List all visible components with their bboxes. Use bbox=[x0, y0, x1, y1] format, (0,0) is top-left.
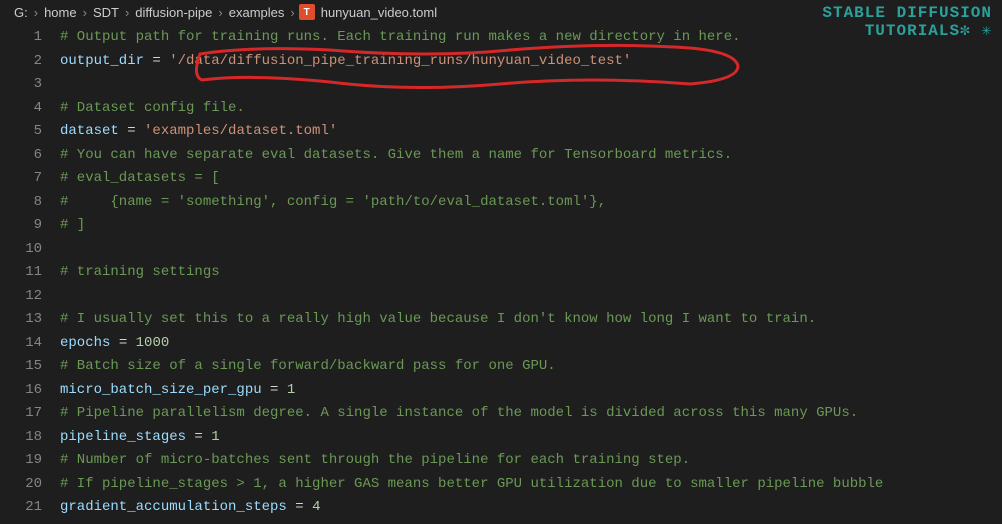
line-number: 6 bbox=[0, 144, 42, 168]
code-line[interactable]: # Batch size of a single forward/backwar… bbox=[60, 355, 1002, 379]
line-number: 12 bbox=[0, 285, 42, 309]
chevron-right-icon: › bbox=[30, 5, 42, 20]
code-line[interactable]: gradient_accumulation_steps = 4 bbox=[60, 496, 1002, 520]
code-line[interactable]: output_dir = '/data/diffusion_pipe_train… bbox=[60, 50, 1002, 74]
code-line[interactable]: # You can have separate eval datasets. G… bbox=[60, 144, 1002, 168]
code-line[interactable]: micro_batch_size_per_gpu = 1 bbox=[60, 379, 1002, 403]
line-number: 10 bbox=[0, 238, 42, 262]
line-number: 13 bbox=[0, 308, 42, 332]
line-number-gutter: 123456789101112131415161718192021 bbox=[0, 24, 60, 522]
code-line[interactable] bbox=[60, 238, 1002, 262]
code-line[interactable]: # I usually set this to a really high va… bbox=[60, 308, 1002, 332]
line-number: 16 bbox=[0, 379, 42, 403]
line-number: 2 bbox=[0, 50, 42, 74]
code-line[interactable]: dataset = 'examples/dataset.toml' bbox=[60, 120, 1002, 144]
code-line[interactable]: # training settings bbox=[60, 261, 1002, 285]
chevron-right-icon: › bbox=[214, 5, 226, 20]
line-number: 18 bbox=[0, 426, 42, 450]
code-line[interactable]: # Pipeline parallelism degree. A single … bbox=[60, 402, 1002, 426]
code-line[interactable]: epochs = 1000 bbox=[60, 332, 1002, 356]
code-line[interactable]: # If pipeline_stages > 1, a higher GAS m… bbox=[60, 473, 1002, 497]
code-line[interactable]: # Dataset config file. bbox=[60, 97, 1002, 121]
sparkle-icon: ✳ bbox=[981, 22, 992, 40]
breadcrumb-item[interactable]: SDT bbox=[91, 5, 121, 20]
code-line[interactable]: # Number of micro-batches sent through t… bbox=[60, 449, 1002, 473]
line-number: 7 bbox=[0, 167, 42, 191]
chevron-right-icon: › bbox=[121, 5, 133, 20]
chevron-right-icon: › bbox=[79, 5, 91, 20]
line-number: 3 bbox=[0, 73, 42, 97]
sparkle-icon: ✼ bbox=[960, 22, 971, 40]
line-number: 21 bbox=[0, 496, 42, 520]
breadcrumb-item[interactable]: G: bbox=[12, 5, 30, 20]
toml-file-icon: T bbox=[299, 4, 315, 20]
line-number: 8 bbox=[0, 191, 42, 215]
watermark: STABLE DIFFUSION TUTORIALS✼ ✳ bbox=[822, 4, 992, 40]
line-number: 20 bbox=[0, 473, 42, 497]
breadcrumb-file[interactable]: hunyuan_video.toml bbox=[319, 5, 439, 20]
breadcrumb-item[interactable]: diffusion-pipe bbox=[133, 5, 214, 20]
breadcrumb-item[interactable]: home bbox=[42, 5, 79, 20]
line-number: 5 bbox=[0, 120, 42, 144]
code-content[interactable]: # Output path for training runs. Each tr… bbox=[60, 24, 1002, 522]
chevron-right-icon: › bbox=[286, 5, 298, 20]
line-number: 4 bbox=[0, 97, 42, 121]
line-number: 17 bbox=[0, 402, 42, 426]
line-number: 14 bbox=[0, 332, 42, 356]
code-editor[interactable]: 123456789101112131415161718192021 # Outp… bbox=[0, 24, 1002, 522]
line-number: 15 bbox=[0, 355, 42, 379]
code-line[interactable]: # eval_datasets = [ bbox=[60, 167, 1002, 191]
code-line[interactable] bbox=[60, 285, 1002, 309]
code-line[interactable]: pipeline_stages = 1 bbox=[60, 426, 1002, 450]
watermark-line2: TUTORIALS bbox=[865, 22, 960, 40]
line-number: 19 bbox=[0, 449, 42, 473]
code-line[interactable] bbox=[60, 73, 1002, 97]
line-number: 11 bbox=[0, 261, 42, 285]
watermark-line1: STABLE DIFFUSION bbox=[822, 4, 992, 22]
line-number: 1 bbox=[0, 26, 42, 50]
line-number: 9 bbox=[0, 214, 42, 238]
code-line[interactable]: # {name = 'something', config = 'path/to… bbox=[60, 191, 1002, 215]
code-line[interactable]: # ] bbox=[60, 214, 1002, 238]
breadcrumb-item[interactable]: examples bbox=[227, 5, 287, 20]
